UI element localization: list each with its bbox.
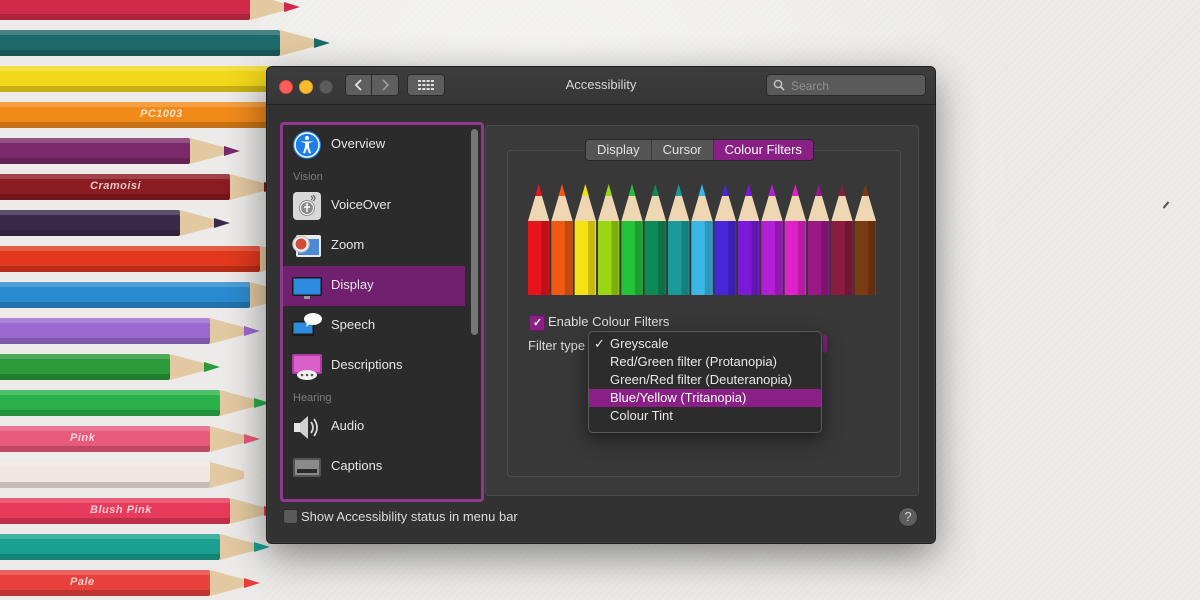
pencil-swatch [738, 184, 760, 295]
pencil-swatch [854, 184, 876, 295]
audio-icon [294, 416, 318, 439]
sidebar-scrollbar[interactable] [471, 129, 478, 335]
background-pencil [0, 30, 344, 56]
title-bar: Accessibility [267, 67, 935, 105]
pencil-brand-text: Blush Pink [90, 504, 152, 516]
background-pencil: Pale [0, 570, 274, 596]
sidebar-item-label: Audio [331, 418, 365, 433]
help-button[interactable]: ? [898, 507, 918, 527]
sidebar: Overview Vision VoiceOver Zoom Display S… [280, 122, 484, 502]
sidebar-item-label: Display [331, 277, 374, 292]
pencil-swatch [574, 184, 596, 295]
enable-colour-filters-checkbox[interactable]: ✓ [529, 315, 545, 331]
menu-item-colour-tint[interactable]: Colour Tint [589, 407, 821, 425]
pencil-swatch [528, 184, 550, 295]
sidebar-item-label: Zoom [331, 237, 365, 252]
pencil-swatch [714, 184, 736, 295]
show-status-label: Show Accessibility status in menu bar [301, 509, 518, 524]
content-pane [485, 125, 919, 496]
search-input[interactable] [789, 77, 923, 95]
pencil-swatch [691, 184, 713, 295]
sidebar-item-label: Overview [331, 136, 386, 151]
pencil-swatch [598, 184, 620, 295]
tab-colour-filters[interactable]: Colour Filters [712, 140, 813, 160]
sidebar-item-zoom[interactable]: Zoom [283, 226, 465, 266]
sidebar-item-display[interactable]: Display [283, 266, 465, 306]
pencil-brand-text: PC1003 [140, 108, 183, 120]
background-pencil [0, 318, 274, 344]
pencil-swatch [808, 184, 830, 295]
sidebar-item-overview[interactable]: Overview [283, 125, 465, 165]
pencil-swatch [644, 184, 666, 295]
sidebar-item-label: VoiceOver [331, 197, 391, 212]
accessibility-icon [293, 131, 321, 159]
section-hearing: Hearing [293, 392, 332, 404]
pencil-brand-text: Pink [70, 432, 96, 444]
pencil-swatch [621, 184, 643, 295]
background-pencil [0, 462, 274, 488]
sidebar-item-label: Captions [331, 458, 383, 473]
menu-item-greyscale[interactable]: ✓ Greyscale [589, 335, 821, 353]
menu-item-protanopia[interactable]: Red/Green filter (Protanopia) [589, 353, 821, 371]
sidebar-item-label: Speech [331, 317, 376, 332]
checkmark-icon: ✓ [533, 317, 543, 329]
sidebar-item-audio[interactable]: Audio [283, 407, 465, 447]
zoom-icon [292, 235, 321, 257]
pencil-swatch [761, 184, 783, 295]
sidebar-item-captions[interactable]: Captions [283, 447, 465, 487]
descriptions-icon [292, 354, 322, 380]
enable-colour-filters-label: Enable Colour Filters [548, 314, 670, 329]
background-pencil [0, 390, 284, 416]
show-status-checkbox[interactable] [283, 509, 298, 524]
tab-display[interactable]: Display [586, 140, 651, 160]
filter-type-menu: ✓ Greyscale Red/Green filter (Protanopia… [588, 331, 822, 433]
display-icon [292, 277, 322, 299]
pencil-swatch [784, 184, 806, 295]
colour-pencils-preview [528, 184, 876, 295]
background-pencil: Pink [0, 426, 274, 452]
background-pencil [0, 0, 314, 20]
tab-cursor[interactable]: Cursor [650, 140, 713, 160]
pencil-brand-text: Pale [70, 576, 95, 588]
sidebar-item-speech[interactable]: Speech [283, 306, 465, 346]
filter-type-label: Filter type [528, 338, 586, 353]
search-field[interactable] [766, 74, 926, 96]
filter-type-popup-button[interactable] [823, 335, 827, 353]
menu-item-tritanopia[interactable]: Blue/Yellow (Tritanopia) [589, 389, 821, 407]
menu-item-deuteranopia[interactable]: Green/Red filter (Deuteranopia) [589, 371, 821, 389]
pencil-brand-text: Cramoisi [90, 180, 142, 192]
section-vision: Vision [293, 171, 323, 183]
background-pencil [0, 534, 284, 560]
pencil-swatch [668, 184, 690, 295]
sidebar-item-label: Descriptions [331, 357, 403, 372]
captions-icon [293, 458, 321, 477]
search-icon [773, 79, 785, 91]
sidebar-item-voiceover[interactable]: VoiceOver [283, 186, 465, 226]
sidebar-item-descriptions[interactable]: Descriptions [283, 346, 465, 386]
checkmark-icon: ✓ [594, 336, 605, 351]
pencil-swatch [831, 184, 853, 295]
background-pencil: Blush Pink [0, 498, 294, 524]
background-pencil [0, 138, 254, 164]
pencil-swatch [551, 184, 573, 295]
background-pencil [0, 210, 244, 236]
background-pencil [0, 354, 234, 380]
voiceover-icon [293, 192, 321, 220]
speech-icon [292, 313, 322, 336]
background-pencil: Cramoisi [0, 174, 294, 200]
preferences-window: Accessibility Overview Vision [266, 66, 936, 544]
tab-bar: Display Cursor Colour Filters [585, 139, 814, 161]
